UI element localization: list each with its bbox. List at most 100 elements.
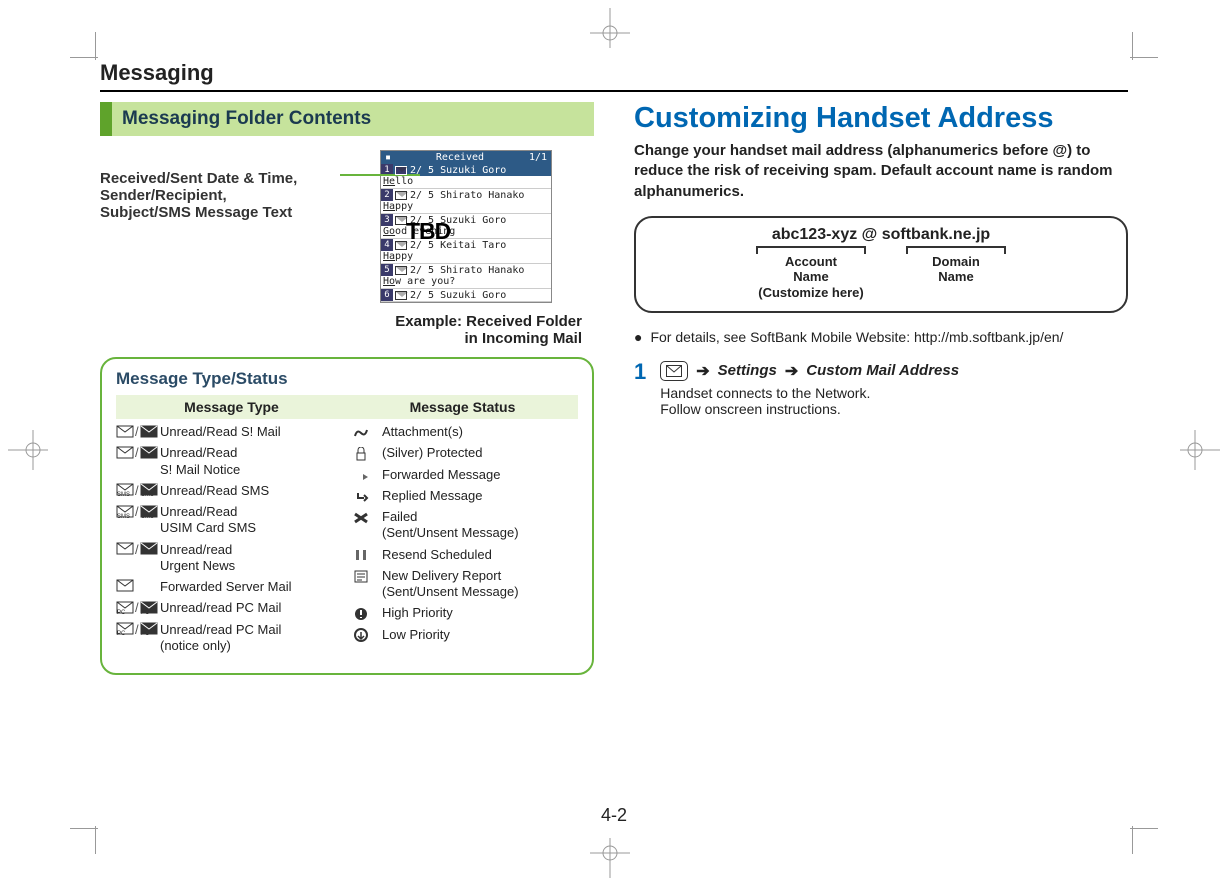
status-label: Forwarded Message [382, 467, 578, 483]
phone-title: Received [391, 152, 529, 163]
type-label: Unread/ReadUSIM Card SMS [160, 504, 342, 537]
status-icon [352, 467, 382, 483]
mail-type-icon: PC/PC [116, 600, 160, 615]
details-bullet: ● For details, see SoftBank Mobile Websi… [634, 329, 1128, 345]
type-label: Unread/ReadS! Mail Notice [160, 445, 342, 478]
bullet-icon: ● [634, 329, 642, 345]
status-icon [352, 424, 382, 440]
step-1: 1 ➔ Settings ➔ Custom Mail Address Hands… [634, 361, 1128, 417]
col-header-status: Message Status [347, 395, 578, 419]
type-label: Unread/Read SMS [160, 483, 342, 499]
bullet-text: For details, see SoftBank Mobile Website… [650, 329, 1063, 345]
type-item: /Unread/ReadS! Mail Notice [116, 445, 342, 478]
svg-text:SMS: SMS [117, 492, 130, 497]
main-heading: Customizing Handset Address [634, 102, 1128, 135]
status-icon [352, 568, 382, 584]
account-name-label: Account Name (Customize here) [756, 246, 866, 301]
status-icon [352, 445, 382, 461]
status-icon [352, 627, 382, 643]
address-example: abc123-xyz @ softbank.ne.jp [650, 226, 1112, 244]
annotation-leader-line [340, 174, 420, 176]
mail-type-icon: / [116, 424, 160, 439]
svg-text:SMS: SMS [117, 514, 130, 519]
crop-mark [70, 32, 104, 66]
status-icon [352, 547, 382, 563]
status-icon [352, 509, 382, 525]
svg-text:PC: PC [117, 631, 126, 636]
mail-type-icon: / [116, 445, 160, 460]
type-item: SMS/SMSUnread/ReadUSIM Card SMS [116, 504, 342, 537]
registration-mark [560, 8, 660, 48]
type-label: Forwarded Server Mail [160, 579, 342, 595]
status-item: Forwarded Message [352, 467, 578, 483]
type-item: SMS/SMSUnread/Read SMS [116, 483, 342, 499]
mail-type-icon [116, 579, 160, 593]
status-item: Failed(Sent/Unsent Message) [352, 509, 578, 542]
registration-mark [560, 838, 660, 878]
mail-type-icon: SMS/SMS [116, 504, 160, 519]
status-label: Resend Scheduled [382, 547, 578, 563]
status-label: (Silver) Protected [382, 445, 578, 461]
left-column: Messaging Folder Contents Received/Sent … [100, 102, 594, 795]
svg-text:SMS: SMS [141, 492, 154, 497]
phone-message-row: 52/ 5 Shirato HanakoHow are you? [381, 264, 551, 289]
svg-text:PC: PC [141, 631, 150, 636]
status-item: High Priority [352, 605, 578, 621]
status-item: Resend Scheduled [352, 547, 578, 563]
svg-text:SMS: SMS [141, 514, 154, 519]
status-item: New Delivery Report(Sent/Unsent Message) [352, 568, 578, 601]
phone-message-row: 22/ 5 Shirato HanakoHappy [381, 189, 551, 214]
status-label: New Delivery Report(Sent/Unsent Message) [382, 568, 578, 601]
status-icon [352, 605, 382, 621]
arrow-icon: ➔ [785, 361, 798, 381]
step-item-settings: Settings [718, 362, 777, 379]
mail-type-icon: PC/PC [116, 622, 160, 637]
page-number: 4-2 [100, 805, 1128, 826]
type-label: Unread/read PC Mail(notice only) [160, 622, 342, 655]
type-item: PC/PCUnread/read PC Mail [116, 600, 342, 616]
col-header-type: Message Type [116, 395, 347, 419]
mail-type-icon: SMS/SMS [116, 483, 160, 498]
right-column: Customizing Handset Address Change your … [634, 102, 1128, 795]
tbd-overlay: TBD [406, 218, 450, 245]
status-item: Attachment(s) [352, 424, 578, 440]
status-label: Replied Message [382, 488, 578, 504]
crop-mark [1124, 820, 1158, 854]
svg-text:PC: PC [117, 610, 126, 615]
lead-paragraph: Change your handset mail address (alphan… [634, 141, 1128, 202]
type-item: PC/PCUnread/read PC Mail(notice only) [116, 622, 342, 655]
step-item-custom-mail: Custom Mail Address [806, 362, 959, 379]
crop-mark [70, 820, 104, 854]
arrow-icon: ➔ [696, 361, 709, 381]
svg-text:PC: PC [141, 610, 150, 615]
type-item: Forwarded Server Mail [116, 579, 342, 595]
registration-mark [1180, 400, 1220, 500]
crop-mark [1124, 32, 1158, 66]
message-type-status-box: Message Type/Status Message Type Message… [100, 357, 594, 675]
section-heading: Messaging Folder Contents [100, 102, 594, 136]
example-caption: Example: Received Folder in Incoming Mai… [100, 313, 594, 347]
domain-name-label: Domain Name [906, 246, 1006, 301]
phone-message-row: 62/ 5 Suzuki Goro [381, 289, 551, 302]
status-item: (Silver) Protected [352, 445, 578, 461]
status-label: Low Priority [382, 627, 578, 643]
type-label: Unread/readUrgent News [160, 542, 342, 575]
step-subtext: Handset connects to the Network. [660, 385, 959, 401]
type-item: /Unread/Read S! Mail [116, 424, 342, 440]
status-icon [352, 488, 382, 504]
mail-key-icon [660, 361, 688, 381]
type-label: Unread/read PC Mail [160, 600, 342, 616]
status-label: Failed(Sent/Unsent Message) [382, 509, 578, 542]
phone-page-counter: 1/1 [529, 152, 547, 163]
address-example-box: abc123-xyz @ softbank.ne.jp Account Name… [634, 216, 1128, 313]
type-label: Unread/Read S! Mail [160, 424, 342, 440]
type-item: /Unread/readUrgent News [116, 542, 342, 575]
registration-mark [8, 400, 48, 500]
step-subtext: Follow onscreen instructions. [660, 401, 959, 417]
annotation-label: Received/Sent Date & Time,Sender/Recipie… [100, 170, 330, 303]
mail-type-icon: / [116, 542, 160, 557]
step-number: 1 [634, 361, 646, 417]
page-title: Messaging [100, 60, 1128, 92]
status-label: Attachment(s) [382, 424, 578, 440]
phone-message-row: 12/ 5 Suzuki GoroHello [381, 164, 551, 189]
